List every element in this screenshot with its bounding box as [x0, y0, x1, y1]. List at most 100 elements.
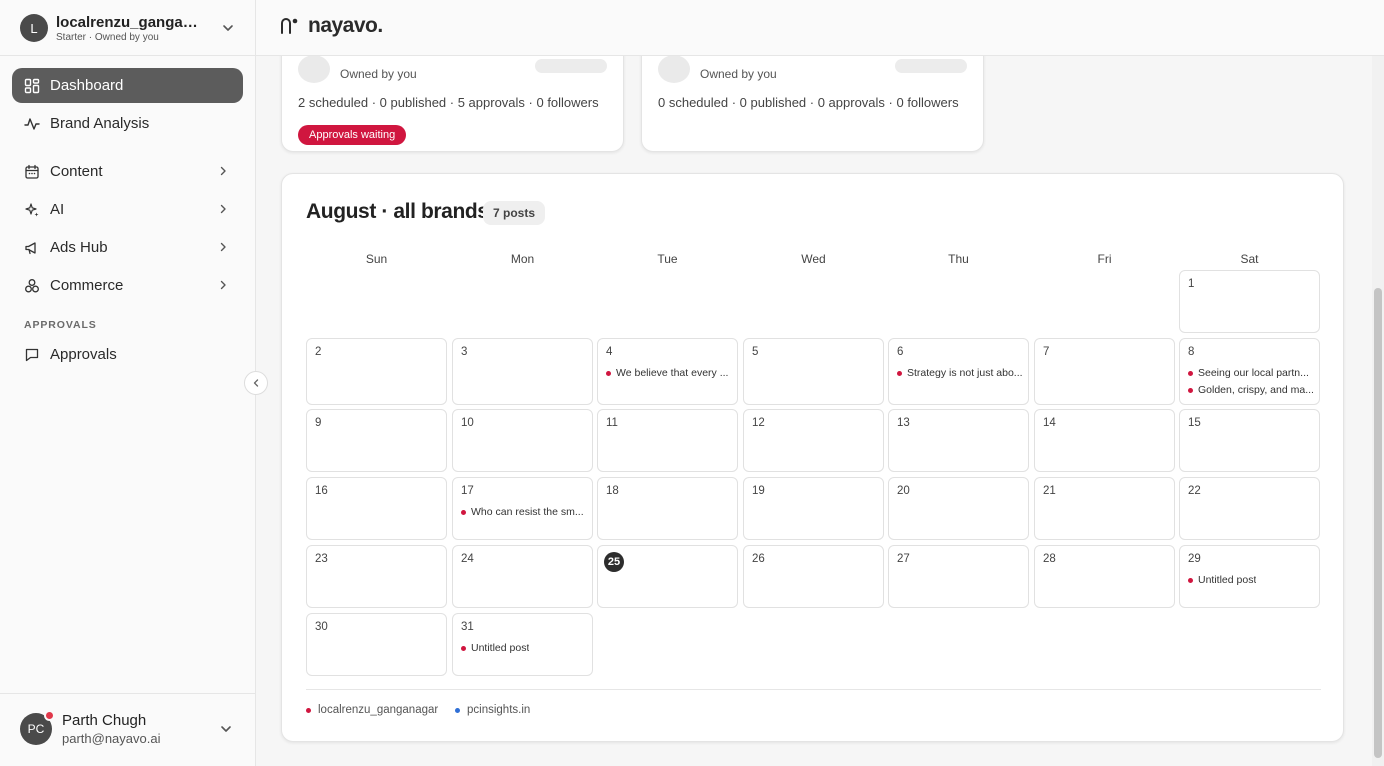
sidebar-item-label: Brand Analysis — [50, 115, 150, 132]
day-number: 17 — [461, 485, 474, 497]
calendar-day[interactable]: 1 — [1179, 270, 1320, 333]
legend-label: localrenzu_ganganagar — [318, 704, 439, 716]
calendar-day[interactable]: 8 Seeing our local partn... Golden, cris… — [1179, 338, 1320, 405]
day-number: 8 — [1188, 346, 1195, 358]
calendar-day[interactable]: 13 — [888, 409, 1029, 472]
day-number: 22 — [1188, 485, 1201, 497]
day-number: 11 — [606, 417, 618, 429]
calendar-post[interactable]: Untitled post — [1188, 574, 1316, 586]
weekday-label: Tue — [657, 252, 678, 266]
chevron-down-icon — [223, 25, 233, 31]
sidebar-item-approvals[interactable]: Approvals — [12, 337, 243, 372]
calendar-post[interactable]: Strategy is not just abo... — [897, 367, 1025, 379]
chevron-right-icon — [220, 242, 226, 252]
nayavo-logo-icon — [281, 18, 298, 34]
calendar-post[interactable]: Untitled post — [461, 642, 589, 654]
post-title: Untitled post — [1198, 574, 1257, 586]
scrollbar[interactable] — [1372, 56, 1384, 766]
calendar-day[interactable]: 23 — [306, 545, 447, 608]
day-number: 3 — [461, 346, 468, 358]
divider — [306, 689, 1321, 690]
calendar-day[interactable]: 26 — [743, 545, 884, 608]
calendar-day[interactable]: 19 — [743, 477, 884, 540]
day-number: 20 — [897, 485, 910, 497]
day-number: 30 — [315, 621, 328, 633]
workspace-name: localrenzu_gangana... — [56, 13, 206, 31]
calendar-day[interactable]: 16 — [306, 477, 447, 540]
calendar-post[interactable]: We believe that every ... — [606, 367, 734, 379]
calendar-day[interactable]: 15 — [1179, 409, 1320, 472]
calendar-day[interactable]: 2 — [306, 338, 447, 405]
sidebar-item-label: Approvals — [50, 346, 117, 363]
sidebar-item-content[interactable]: Content — [12, 154, 243, 189]
day-number: 10 — [461, 417, 474, 429]
calendar-day[interactable]: 31 Untitled post — [452, 613, 593, 676]
calendar-day[interactable]: 20 — [888, 477, 1029, 540]
calendar-day-today[interactable]: 25 — [597, 545, 738, 608]
calendar-day[interactable]: 7 — [1034, 338, 1175, 405]
chevron-left-icon — [253, 379, 259, 387]
avatar-initials: PC — [27, 722, 45, 736]
scrollbar-thumb[interactable] — [1374, 288, 1382, 758]
post-title: Who can resist the sm... — [471, 506, 584, 518]
day-number: 15 — [1188, 417, 1201, 429]
calendar-day[interactable]: 21 — [1034, 477, 1175, 540]
sparkles-icon — [25, 202, 39, 216]
sidebar-item-dashboard[interactable]: Dashboard — [12, 68, 243, 103]
day-number: 7 — [1043, 346, 1050, 358]
workspace-switcher[interactable]: L localrenzu_gangana... Starter · Owned … — [12, 8, 244, 48]
divider — [0, 55, 256, 56]
calendar-title: August · all brands — [306, 200, 489, 223]
brand-card[interactable]: Owned by you 2 scheduled · 0 published ·… — [281, 56, 624, 152]
calendar-day[interactable]: 14 — [1034, 409, 1175, 472]
approvals-waiting-badge[interactable]: Approvals waiting — [298, 125, 407, 145]
brand-owner: Owned by you — [700, 67, 777, 81]
notification-dot — [44, 710, 55, 721]
calendar-post[interactable]: Who can resist the sm... — [461, 506, 589, 518]
sidebar-item-ads-hub[interactable]: Ads Hub — [12, 230, 243, 265]
sidebar-item-label: Content — [50, 163, 103, 180]
day-number: 5 — [752, 346, 759, 358]
calendar-day[interactable]: 11 — [597, 409, 738, 472]
calendar-day[interactable]: 5 — [743, 338, 884, 405]
collapse-sidebar-button[interactable] — [244, 371, 268, 395]
day-number: 2 — [315, 346, 322, 358]
sidebar-item-ai[interactable]: AI — [12, 192, 243, 227]
calendar-day[interactable]: 27 — [888, 545, 1029, 608]
calendar-day[interactable]: 6 Strategy is not just abo... — [888, 338, 1029, 405]
chevron-right-icon — [220, 280, 226, 290]
brand-dot — [461, 645, 466, 651]
calendar-day[interactable]: 17 Who can resist the sm... — [452, 477, 593, 540]
calendar-day[interactable]: 3 — [452, 338, 593, 405]
calendar-day[interactable]: 28 — [1034, 545, 1175, 608]
calendar-day[interactable]: 10 — [452, 409, 593, 472]
megaphone-icon — [25, 241, 36, 254]
dashboard-icon — [24, 78, 40, 93]
user-menu[interactable]: PC Parth Chugh parth@nayavo.ai — [12, 706, 244, 752]
calendar-day[interactable]: 9 — [306, 409, 447, 472]
legend-dot — [455, 707, 460, 713]
logo[interactable]: nayavo. — [278, 14, 383, 38]
calendar-day[interactable]: 4 We believe that every ... — [597, 338, 738, 405]
post-title: Golden, crispy, and ma... — [1198, 384, 1314, 396]
post-title: Strategy is not just abo... — [907, 367, 1023, 379]
brand-dot — [1188, 577, 1193, 583]
today-marker: 25 — [604, 552, 624, 572]
brand-card[interactable]: Owned by you 0 scheduled · 0 published ·… — [641, 56, 984, 152]
calendar-day[interactable]: 18 — [597, 477, 738, 540]
calendar-day[interactable]: 29 Untitled post — [1179, 545, 1320, 608]
sidebar-item-commerce[interactable]: Commerce — [12, 268, 243, 303]
calendar-post[interactable]: Seeing our local partn... — [1188, 367, 1316, 379]
brand-owner: Owned by you — [340, 67, 417, 81]
user-email: parth@nayavo.ai — [62, 731, 161, 746]
brand-dot — [1188, 387, 1193, 393]
legend-item: pcinsights.in — [455, 704, 530, 716]
calendar-icon — [25, 164, 39, 179]
calendar-post[interactable]: Golden, crispy, and ma... — [1188, 384, 1316, 396]
calendar-day[interactable]: 24 — [452, 545, 593, 608]
calendar-day[interactable]: 22 — [1179, 477, 1320, 540]
calendar-day[interactable]: 30 — [306, 613, 447, 676]
calendar-card: August · all brands 7 posts Sun Mon Tue … — [281, 173, 1344, 742]
calendar-day[interactable]: 12 — [743, 409, 884, 472]
sidebar-item-brand-analysis[interactable]: Brand Analysis — [12, 106, 243, 141]
